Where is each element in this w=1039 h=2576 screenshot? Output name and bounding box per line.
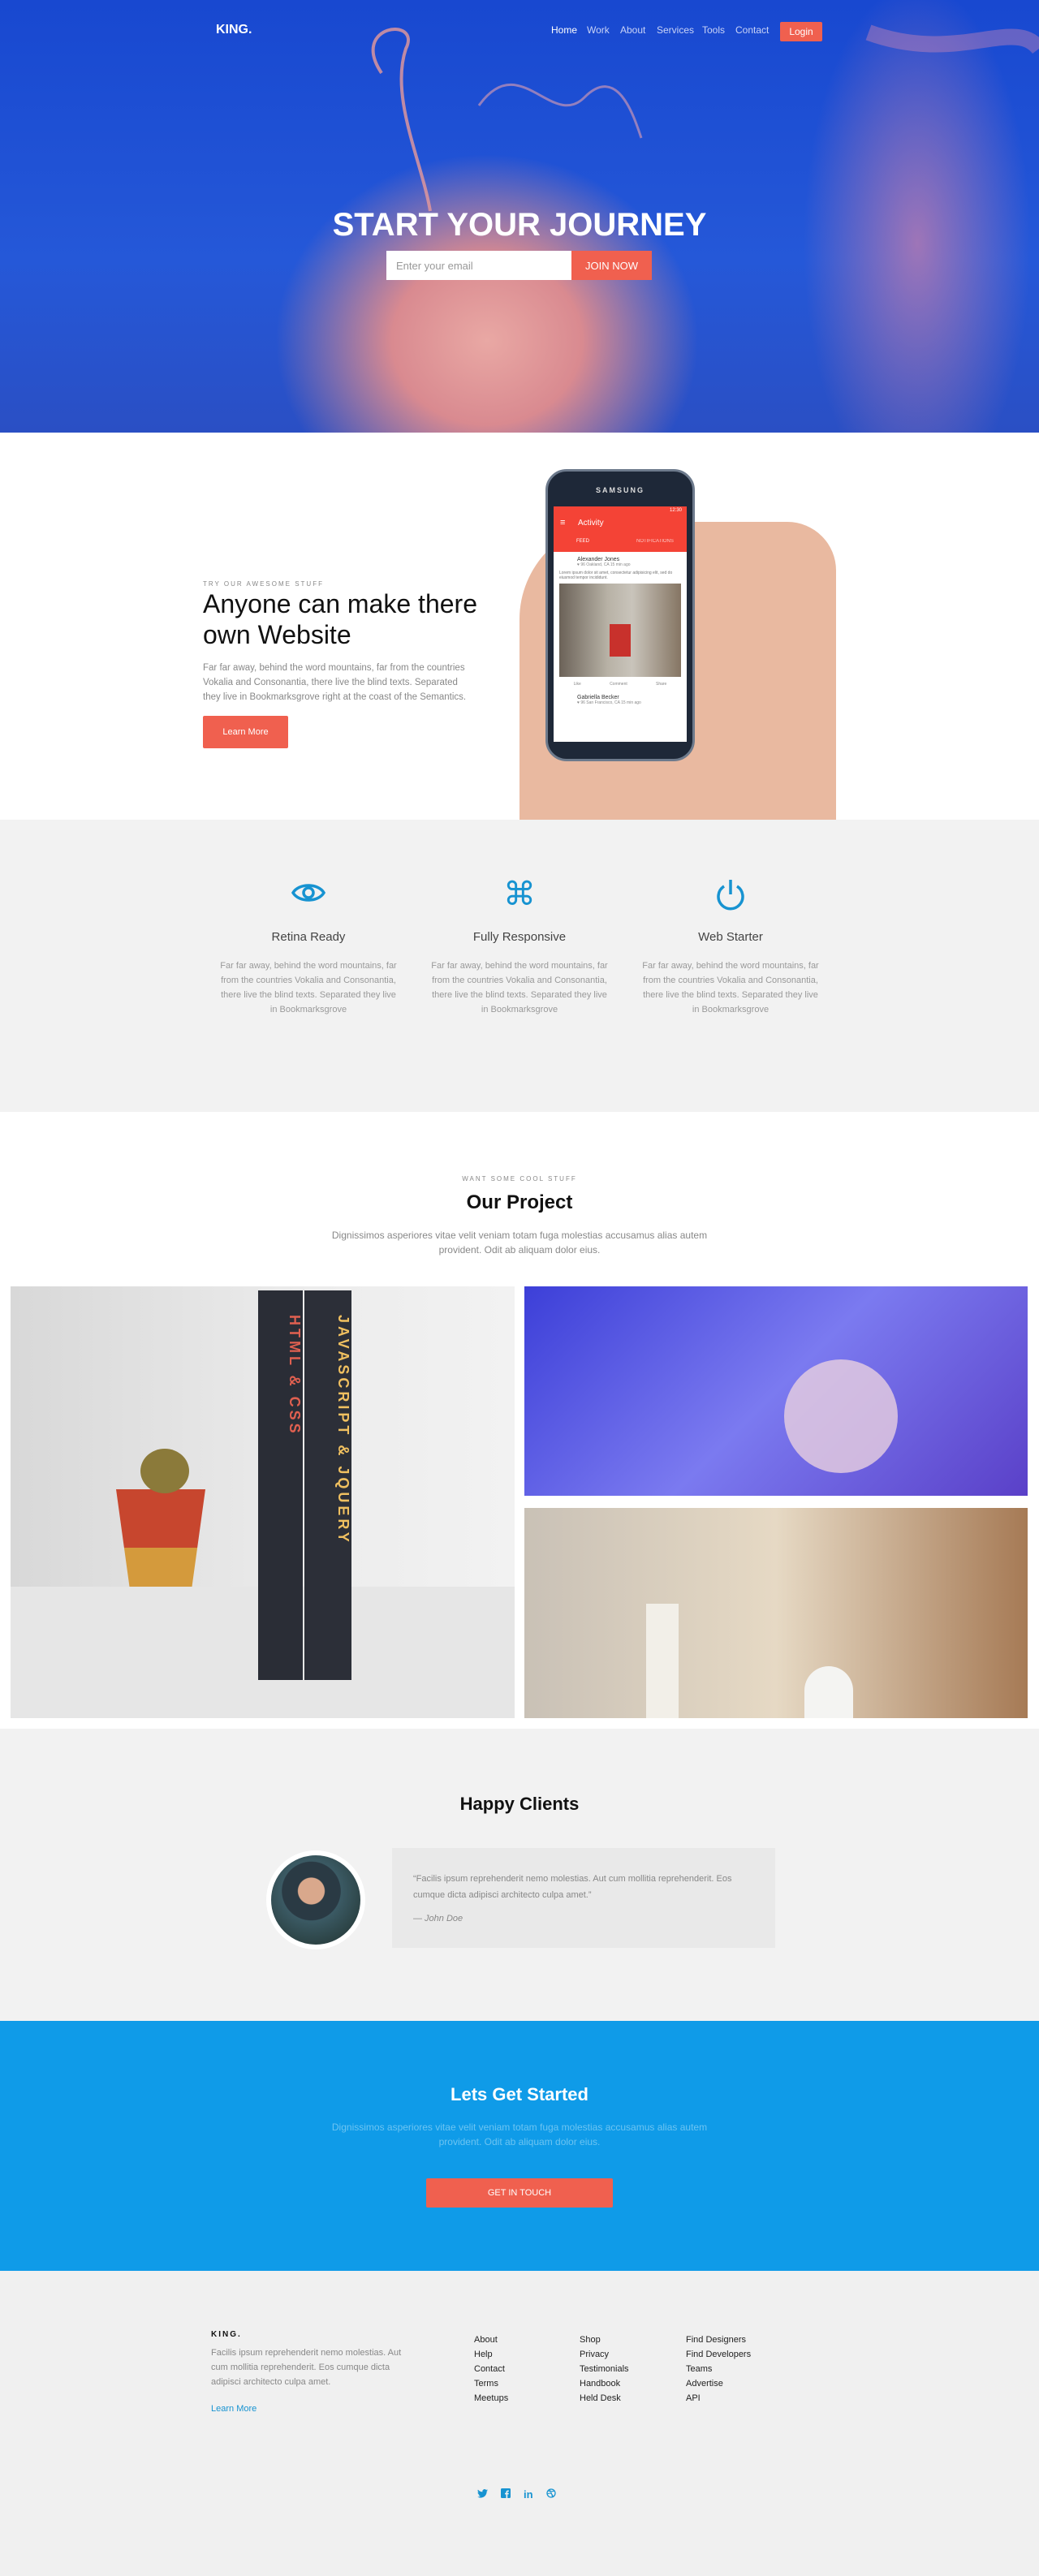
phone-post2-meta: ♥ 96 San Francisco, CA 15 min ago: [577, 700, 641, 705]
footer-link-testimonials[interactable]: Testimonials: [580, 2362, 629, 2376]
clients-section: Happy Clients “Facilis ipsum reprehender…: [0, 1729, 1039, 2021]
footer-link-find-developers[interactable]: Find Developers: [686, 2347, 751, 2362]
footer-column-3: Find Designers Find Developers Teams Adv…: [686, 2333, 751, 2406]
footer-column-1: About Help Contact Terms Meetups: [474, 2333, 508, 2406]
footer-link-find-designers[interactable]: Find Designers: [686, 2333, 751, 2347]
cta-section: Lets Get Started Dignissimos asperiores …: [0, 2021, 1039, 2271]
phone-post-author: Alexander Jones: [577, 557, 620, 562]
phone-tab-notifications: NOTIFICATIONS: [636, 539, 674, 544]
feature-web-starter: Web Starter Far far away, behind the wor…: [641, 878, 820, 1017]
footer-learn-more-link[interactable]: Learn More: [211, 2404, 257, 2414]
join-now-button[interactable]: JOIN NOW: [571, 251, 652, 280]
cta-title: Lets Get Started: [451, 2084, 588, 2104]
footer-logo[interactable]: KING.: [211, 2330, 242, 2339]
project-title: Our Project: [466, 1191, 573, 1213]
social-links: in: [477, 2488, 556, 2501]
book-javascript: JAVASCRIPT & JQUERY: [304, 1290, 351, 1680]
project-text: Dignissimos asperiores vitae velit venia…: [331, 1230, 708, 1256]
footer-link-meetups[interactable]: Meetups: [474, 2391, 508, 2406]
phone-like: Like: [573, 682, 581, 687]
footer-link-terms[interactable]: Terms: [474, 2376, 508, 2391]
nav-about[interactable]: About: [620, 24, 645, 36]
feature-title: Web Starter: [698, 930, 763, 944]
nav-tools[interactable]: Tools: [702, 24, 725, 36]
phone-brand: SAMSUNG: [595, 486, 645, 494]
intro-section: TRY OUR AWESOME STUFF Anyone can make th…: [0, 433, 1039, 820]
footer-link-teams[interactable]: Teams: [686, 2362, 751, 2376]
phone-app-title: Activity: [578, 519, 604, 528]
power-icon: [641, 878, 820, 914]
feature-responsive: ⌘ Fully Responsive Far far away, behind …: [430, 878, 609, 1017]
phone-tab-feed: FEED: [576, 539, 590, 544]
footer-link-privacy[interactable]: Privacy: [580, 2347, 629, 2362]
project-kicker: WANT SOME COOL STUFF: [462, 1175, 577, 1182]
nav-services[interactable]: Services: [657, 24, 694, 36]
get-in-touch-button[interactable]: GET IN TOUCH: [426, 2178, 613, 2208]
feature-title: Retina Ready: [271, 930, 346, 944]
cta-text: Dignissimos asperiores vitae velit venia…: [331, 2122, 708, 2147]
intro-title: Anyone can make there own Website: [203, 589, 477, 649]
phone-time: 12:30: [669, 508, 682, 513]
testimonial-box: “Facilis ipsum reprehenderit nemo molest…: [392, 1848, 775, 1948]
clients-title: Happy Clients: [459, 1794, 580, 1814]
nav-home[interactable]: Home: [551, 24, 577, 36]
phone-screen: 12:30 ≡ Activity FEED NOTIFICATIONS Alex…: [554, 506, 687, 742]
phone-post2-author: Gabriella Becker: [577, 695, 619, 700]
email-input[interactable]: [386, 251, 571, 280]
footer-text: Facilis ipsum reprehenderit nemo molesti…: [211, 2348, 402, 2387]
intro-text: Far far away, behind the word mountains,…: [203, 663, 467, 702]
learn-more-button[interactable]: Learn More: [203, 716, 288, 748]
project-section: WANT SOME COOL STUFF Our Project Digniss…: [0, 1112, 1039, 1729]
testimonial-quote: “Facilis ipsum reprehenderit nemo molest…: [413, 1874, 732, 1900]
login-button[interactable]: Login: [780, 22, 822, 41]
menu-icon: ≡: [560, 518, 566, 528]
command-icon: ⌘: [503, 877, 536, 912]
feature-text: Far far away, behind the word mountains,…: [431, 961, 608, 1014]
project-image-stormtrooper[interactable]: [524, 1508, 1028, 1718]
footer-link-about[interactable]: About: [474, 2333, 508, 2347]
feature-text: Far far away, behind the word mountains,…: [220, 961, 397, 1014]
phone-comment: Comment: [610, 682, 627, 687]
phone-post-meta: ♥ 96 Oakland, CA 15 min ago: [577, 562, 631, 567]
footer-link-contact[interactable]: Contact: [474, 2362, 508, 2376]
testimonial-author: — John Doe: [413, 1914, 463, 1923]
feature-retina: Retina Ready Far far away, behind the wo…: [219, 878, 398, 1017]
footer-link-handbook[interactable]: Handbook: [580, 2376, 629, 2391]
footer-link-advertise[interactable]: Advertise: [686, 2376, 751, 2391]
hero-section: KING. Home Work About Services Tools Con…: [0, 0, 1039, 433]
footer-column-2: Shop Privacy Testimonials Handbook Held …: [580, 2333, 629, 2406]
logo[interactable]: KING.: [216, 23, 252, 37]
phone-mockup: SAMSUNG 12:30 ≡ Activity FEED NOTIFICATI…: [545, 469, 695, 761]
feature-title: Fully Responsive: [472, 930, 567, 944]
twitter-icon[interactable]: [477, 2488, 488, 2501]
linkedin-icon[interactable]: in: [524, 2488, 533, 2501]
footer-link-api[interactable]: API: [686, 2391, 751, 2406]
features-section: Retina Ready Far far away, behind the wo…: [0, 820, 1039, 1112]
facebook-icon[interactable]: [501, 2488, 511, 2501]
eye-icon: [219, 878, 398, 914]
footer-link-shop[interactable]: Shop: [580, 2333, 629, 2347]
nav-work[interactable]: Work: [587, 24, 610, 36]
phone-post-photo: [559, 584, 681, 677]
project-image-books[interactable]: HTML & CSS JAVASCRIPT & JQUERY: [11, 1286, 515, 1718]
dribbble-icon[interactable]: [545, 2488, 556, 2501]
phone-share: Share: [656, 682, 667, 687]
nav-contact[interactable]: Contact: [735, 24, 769, 36]
book-html-css: HTML & CSS: [258, 1290, 303, 1680]
footer: KING. Facilis ipsum reprehenderit nemo m…: [0, 2271, 1039, 2576]
hero-title: START YOUR JOURNEY: [332, 207, 707, 243]
client-avatar: [266, 1850, 365, 1949]
phone-post-text: Lorem ipsum dolor sit amet, consectetur …: [559, 571, 673, 580]
intro-kicker: TRY OUR AWESOME STUFF: [203, 580, 324, 588]
footer-link-help-desk[interactable]: Held Desk: [580, 2391, 629, 2406]
project-image-concert[interactable]: [524, 1286, 1028, 1496]
footer-link-help[interactable]: Help: [474, 2347, 508, 2362]
feature-text: Far far away, behind the word mountains,…: [642, 961, 819, 1014]
